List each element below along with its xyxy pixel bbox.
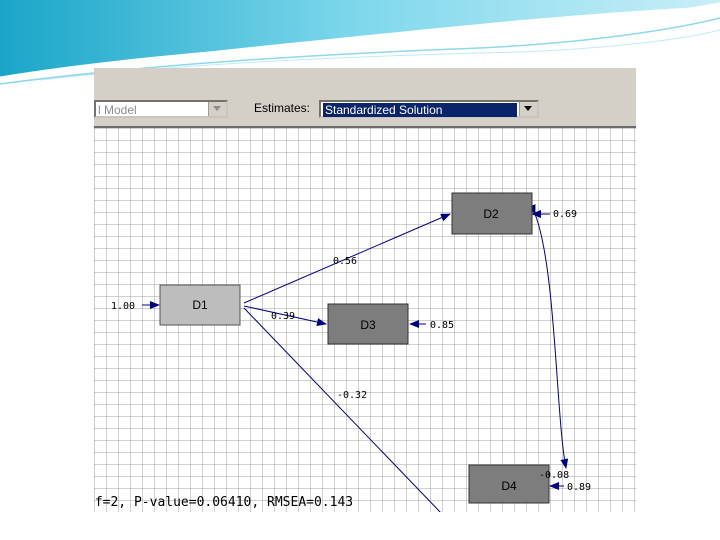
node-d1-label: D1 [192, 298, 208, 312]
variance-label-d4: 0.89 [567, 482, 591, 493]
coefficient-label-d1-d2: 0.56 [333, 256, 357, 267]
node-d2-label: D2 [483, 207, 499, 221]
variance-label-d3: 0.85 [430, 320, 454, 331]
node-d3-label: D3 [360, 318, 376, 332]
node-d1[interactable]: D1 [159, 284, 241, 326]
model-dropdown-value: l Model [98, 103, 137, 117]
variance-label-d1: 1.00 [111, 301, 135, 312]
coefficient-label-d1-d3: 0.39 [271, 311, 295, 322]
model-dropdown[interactable]: l Model [94, 100, 228, 118]
node-d4-label: D4 [501, 479, 517, 493]
fit-statistics: df=2, P-value=0.06410, RMSEA=0.143 [94, 495, 353, 510]
node-d2[interactable]: D2 [451, 192, 533, 235]
coefficient-label-d1-d4: -0.32 [337, 390, 367, 401]
node-d3[interactable]: D3 [327, 303, 409, 345]
node-d4[interactable]: D4 [468, 464, 550, 504]
model-dropdown-arrow-icon[interactable] [208, 102, 226, 116]
estimates-dropdown[interactable]: Standardized Solution [319, 100, 539, 118]
coefficient-label-d2-d4: -0.08 [539, 470, 569, 481]
path-diagram-canvas[interactable]: D1 D2 D3 D4 0.56 0.39 -0.32 -0.08 1.00 0… [94, 128, 636, 512]
toolbar: l Model Estimates: Standardized Solution [94, 68, 636, 128]
estimates-label: Estimates: [254, 101, 311, 115]
estimates-dropdown-value: Standardized Solution [323, 103, 517, 117]
estimates-dropdown-arrow-icon[interactable] [519, 102, 537, 116]
variance-label-d2: 0.69 [553, 209, 577, 220]
lisrel-window: l Model Estimates: Standardized Solution [94, 68, 636, 512]
covariance-arrow-d2-d4[interactable] [528, 204, 569, 469]
